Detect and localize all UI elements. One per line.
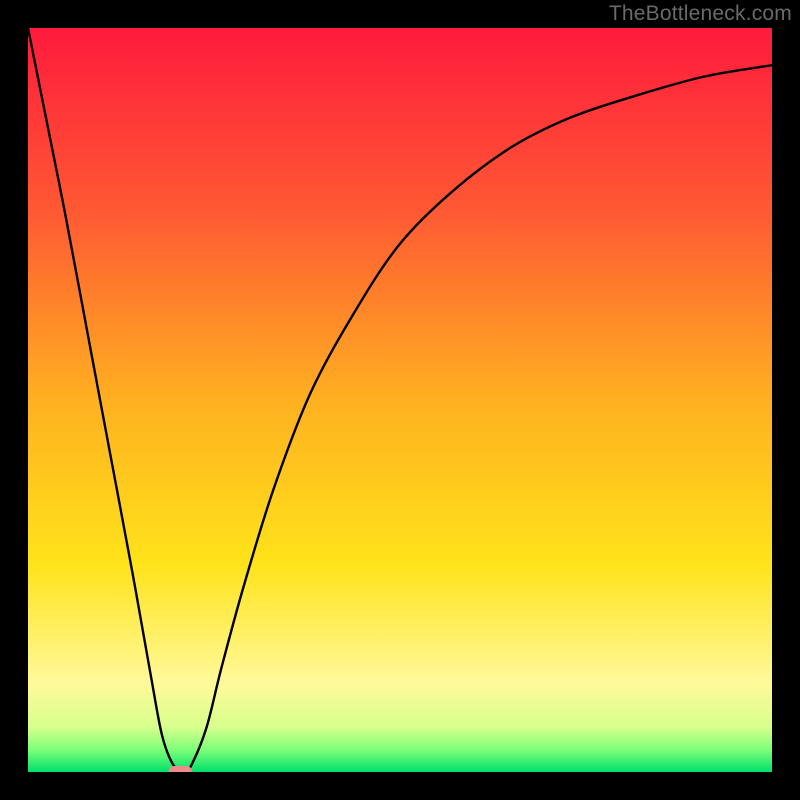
- plot-area: [28, 28, 772, 772]
- background-gradient: [28, 28, 772, 772]
- watermark-label: TheBottleneck.com: [609, 2, 792, 26]
- minimum-marker: [169, 766, 193, 772]
- chart-svg: [28, 28, 772, 772]
- chart-frame: TheBottleneck.com: [0, 0, 800, 800]
